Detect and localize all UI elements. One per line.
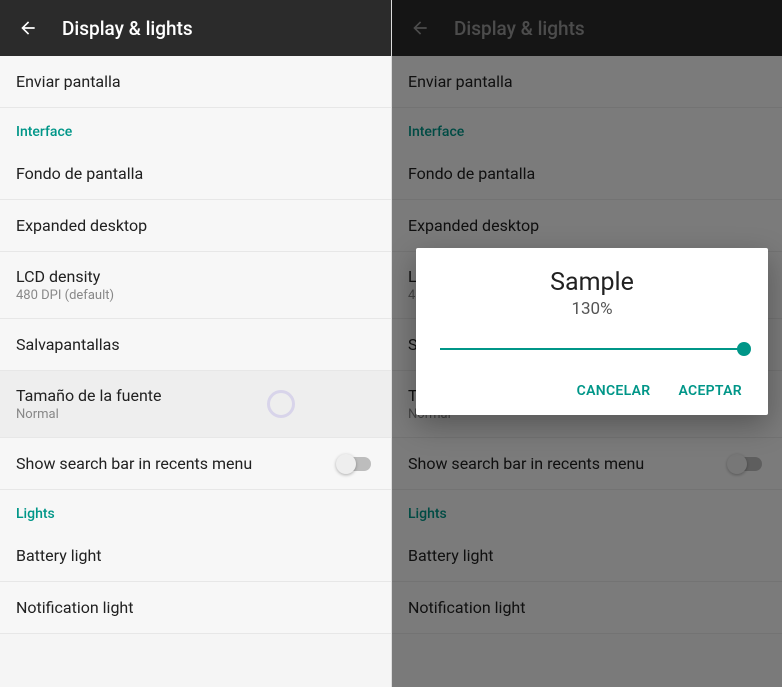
item-show-search-bar[interactable]: Show search bar in recents menu xyxy=(0,438,391,490)
item-label: Fondo de pantalla xyxy=(16,164,375,183)
font-size-slider[interactable] xyxy=(440,337,744,361)
section-header-interface: Interface xyxy=(0,108,391,148)
page-title: Display & lights xyxy=(62,17,193,40)
loading-spinner-icon xyxy=(267,390,295,418)
item-salvapantallas[interactable]: Salvapantallas xyxy=(0,319,391,371)
cancel-button[interactable]: Cancelar xyxy=(577,383,651,399)
item-label: Expanded desktop xyxy=(16,216,375,235)
accept-button[interactable]: Aceptar xyxy=(678,383,742,399)
item-lcd-density[interactable]: LCD density 480 DPI (default) xyxy=(0,252,391,319)
right-screen: Display & lights Enviar pantalla Interfa… xyxy=(391,0,782,687)
item-label: Notification light xyxy=(16,598,375,617)
item-tamano-fuente[interactable]: Tamaño de la fuente Normal xyxy=(0,371,391,438)
item-expanded-desktop[interactable]: Expanded desktop xyxy=(0,200,391,252)
dialog-percent: 130% xyxy=(436,299,748,319)
item-label: Show search bar in recents menu xyxy=(16,454,337,473)
item-notification-light[interactable]: Notification light xyxy=(0,582,391,634)
dialog-title: Sample xyxy=(436,268,748,297)
back-arrow-icon[interactable] xyxy=(18,18,38,38)
app-bar: Display & lights xyxy=(0,0,391,56)
section-header-lights: Lights xyxy=(0,490,391,530)
slider-track xyxy=(440,348,744,350)
settings-list: Enviar pantalla Interface Fondo de panta… xyxy=(0,56,391,634)
slider-thumb-icon[interactable] xyxy=(737,342,751,356)
item-enviar-pantalla[interactable]: Enviar pantalla xyxy=(0,56,391,108)
dialog-actions: Cancelar Aceptar xyxy=(436,373,748,405)
item-sublabel: Normal xyxy=(16,407,267,422)
item-label: Battery light xyxy=(16,546,375,565)
item-label: LCD density xyxy=(16,267,375,286)
item-label: Salvapantallas xyxy=(16,335,375,354)
font-size-dialog: Sample 130% Cancelar Aceptar xyxy=(416,248,768,415)
item-fondo-pantalla[interactable]: Fondo de pantalla xyxy=(0,148,391,200)
item-sublabel: 480 DPI (default) xyxy=(16,288,375,303)
item-label: Enviar pantalla xyxy=(16,72,375,91)
left-screen: Display & lights Enviar pantalla Interfa… xyxy=(0,0,391,687)
item-battery-light[interactable]: Battery light xyxy=(0,530,391,582)
item-label: Tamaño de la fuente xyxy=(16,386,267,405)
toggle-switch[interactable] xyxy=(337,457,371,471)
